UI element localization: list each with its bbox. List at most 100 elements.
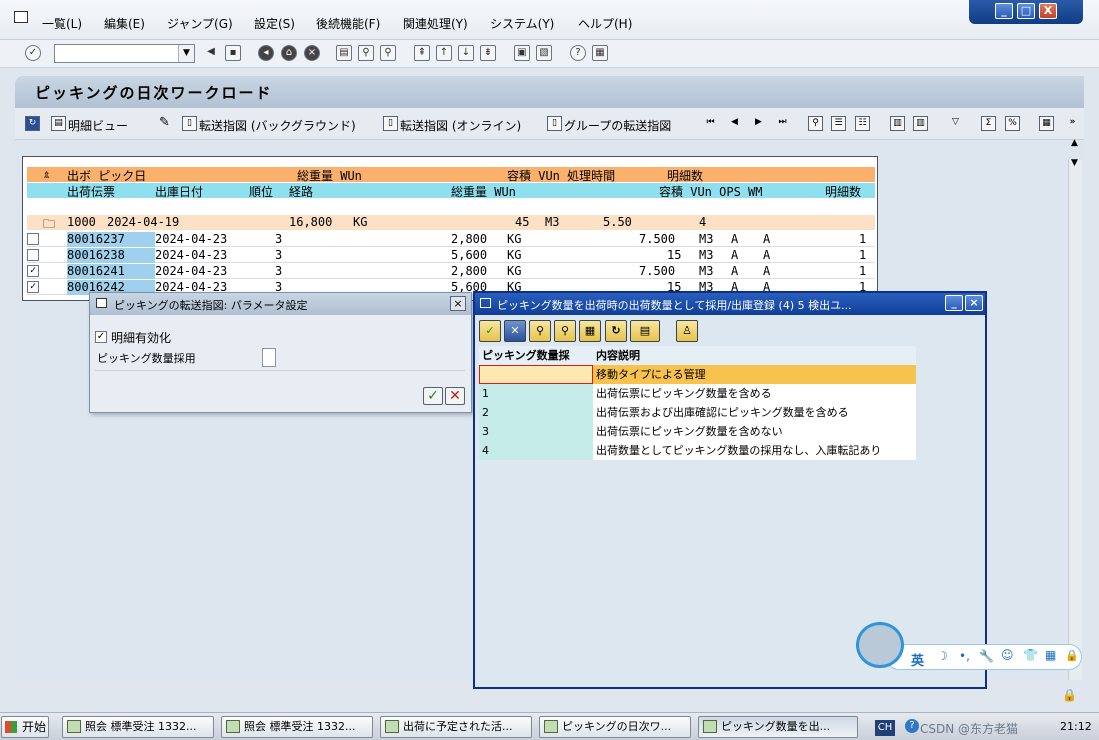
menu-system[interactable]: システム(Y) [490,15,554,32]
pencil-icon[interactable]: ✎ [157,116,172,131]
wrench-icon[interactable]: 🔧 [979,649,994,663]
menu-help[interactable]: ヘルプ(H) [578,15,632,32]
menu-list[interactable]: 一覧(L) [42,15,82,32]
lock-icon[interactable]: 🔒 [1065,649,1079,662]
shirt-icon[interactable]: 👕 [1023,648,1038,662]
next-icon[interactable]: ▶ [751,116,766,131]
subtotal-icon[interactable]: % [1005,116,1020,131]
row-checkbox[interactable] [27,249,39,261]
list-item[interactable]: 移動タイプによる管理 [479,365,916,384]
print-setup-icon[interactable]: ▥ [913,116,928,131]
row-checkbox[interactable]: ✓ [27,265,39,277]
taskbar-item[interactable]: ピッキングの日次ワ... [539,716,691,738]
table-row[interactable]: ✓ 80016241 2024-04-23 3 2,800 KG 7.500 M… [27,264,875,279]
taskbar-item-active[interactable]: ピッキング数量を出... [698,716,858,738]
language-indicator[interactable]: CH [875,720,895,736]
find-icon[interactable]: ⚲ [358,45,374,61]
minimize-button[interactable]: _ [945,295,963,311]
print-preview-icon[interactable]: ▥ [890,116,905,131]
close-window-button[interactable]: X [1039,3,1057,19]
close-icon[interactable]: × [965,295,983,311]
find-icon[interactable]: ⚲ [529,320,551,342]
emoji-icon[interactable]: ☺ [1001,648,1014,662]
list-item[interactable]: 1 出荷伝票にピッキング数量を含める [479,384,916,403]
menu-icon[interactable] [14,11,28,23]
last-icon[interactable]: ⏭ [775,116,790,131]
detail-view-icon[interactable]: ▤ [51,116,66,131]
taskbar-item[interactable]: 照会 標準受注 1332... [221,716,373,738]
punctuation-icon[interactable]: •, [959,649,970,663]
taskbar-item[interactable]: 出荷に予定された活... [380,716,532,738]
scroll-up-icon[interactable]: ▲ [1071,138,1078,148]
restrict-icon[interactable]: ▦ [579,320,601,342]
help-icon[interactable]: ? [570,45,586,61]
refresh-icon[interactable]: ↻ [25,116,40,131]
sort-icon[interactable]: ⇭ [43,167,50,181]
filter-icon[interactable]: ▽ [948,116,963,131]
shortcut-icon[interactable]: ▧ [536,45,552,61]
picking-qty-input[interactable] [262,348,276,367]
start-button[interactable]: 开始 [1,716,49,738]
detail-active-checkbox[interactable]: ✓ [95,331,107,343]
maximize-button[interactable]: □ [1017,3,1035,19]
minimize-button[interactable]: _ [995,3,1013,19]
check-icon[interactable]: ✓ [479,320,501,342]
chevron-down-icon[interactable]: ▼ [178,45,194,62]
prev-page-icon[interactable]: ↑ [436,45,452,61]
sum-icon[interactable]: Σ [981,116,996,131]
row-checkbox[interactable]: ✓ [27,281,39,293]
personal-list-icon[interactable]: ♙ [676,320,698,342]
list-item[interactable]: 2 出荷伝票および出庫確認にピッキング数量を含める [479,403,916,422]
back-arrow-icon[interactable]: ◀ [203,45,219,61]
lock-icon[interactable]: 🔒 [1062,688,1078,704]
cancel-button[interactable]: ✕ [445,387,465,405]
cancel-icon[interactable]: × [304,45,320,61]
transfer-background-button[interactable]: 転送指図 (バックグラウンド) [199,117,356,134]
command-field[interactable]: ▼ [54,44,195,63]
taskbar-item[interactable]: 照会 標準受注 1332... [62,716,214,738]
back-icon[interactable]: ◂ [258,45,274,61]
group-transfer-button[interactable]: グループの転送指図 [564,117,671,134]
menu-edit[interactable]: 編集(E) [104,15,145,32]
enter-icon[interactable]: ✓ [25,45,41,61]
ime-mode[interactable]: 英 [911,650,924,669]
layout-grid-icon[interactable]: ▦ [1039,116,1054,131]
first-icon[interactable]: ⏮ [703,116,718,131]
first-page-icon[interactable]: ⇞ [414,45,430,61]
table-row[interactable]: 80016237 2024-04-23 3 2,800 KG 7.500 M3 … [27,232,875,247]
menu-related[interactable]: 関連処理(Y) [403,15,468,32]
more-icon[interactable]: » [1065,116,1080,131]
find-next-icon[interactable]: ⚲ [554,320,576,342]
new-session-icon[interactable]: ▣ [514,45,530,61]
vertical-scrollbar[interactable]: ▲ ▼ [1068,138,1082,680]
grid-icon[interactable]: ▦ [1045,648,1056,662]
menu-followup[interactable]: 後続機能(F) [316,15,380,32]
ime-mascot-icon[interactable] [856,622,904,668]
transfer-online-button[interactable]: 転送指図 (オンライン) [400,117,521,134]
detail-view-button[interactable]: 明細ビュー [68,117,128,134]
refresh-icon[interactable]: ↻ [605,320,627,342]
print-icon[interactable]: ▤ [630,320,660,342]
menu-settings[interactable]: 設定(S) [254,15,295,32]
group-row[interactable]: 🗀 1000 2024-04-19 16,800 KG 45 M3 5.50 4 [27,215,875,231]
exit-icon[interactable]: ⌂ [281,45,297,61]
delivery-number[interactable]: 80016237 [67,232,155,247]
list-detail-icon[interactable]: ☷ [855,116,870,131]
layout-icon[interactable]: ▦ [592,45,608,61]
confirm-button[interactable]: ✓ [423,387,443,405]
delivery-number[interactable]: 80016238 [67,248,155,263]
moon-icon[interactable]: ☽ [937,649,948,663]
next-page-icon[interactable]: ↓ [458,45,474,61]
close-icon[interactable]: × [450,296,466,311]
row-checkbox[interactable] [27,233,39,245]
delivery-number[interactable]: 80016241 [67,264,155,279]
find-next-icon[interactable]: ⚲ [380,45,396,61]
last-page-icon[interactable]: ⇟ [480,45,496,61]
scroll-down-icon[interactable]: ▼ [1071,158,1078,168]
menu-jump[interactable]: ジャンプ(G) [167,15,233,32]
table-row[interactable]: 80016238 2024-04-23 3 5,600 KG 15 M3 A A… [27,248,875,263]
list-item[interactable]: 3 出荷伝票にピッキング数量を含めない [479,422,916,441]
prev-icon[interactable]: ◀ [727,116,742,131]
list-item[interactable]: 4 出荷数量としてピッキング数量の採用なし、入庫転記あり [479,441,916,460]
save-icon[interactable]: ▪ [225,45,241,61]
